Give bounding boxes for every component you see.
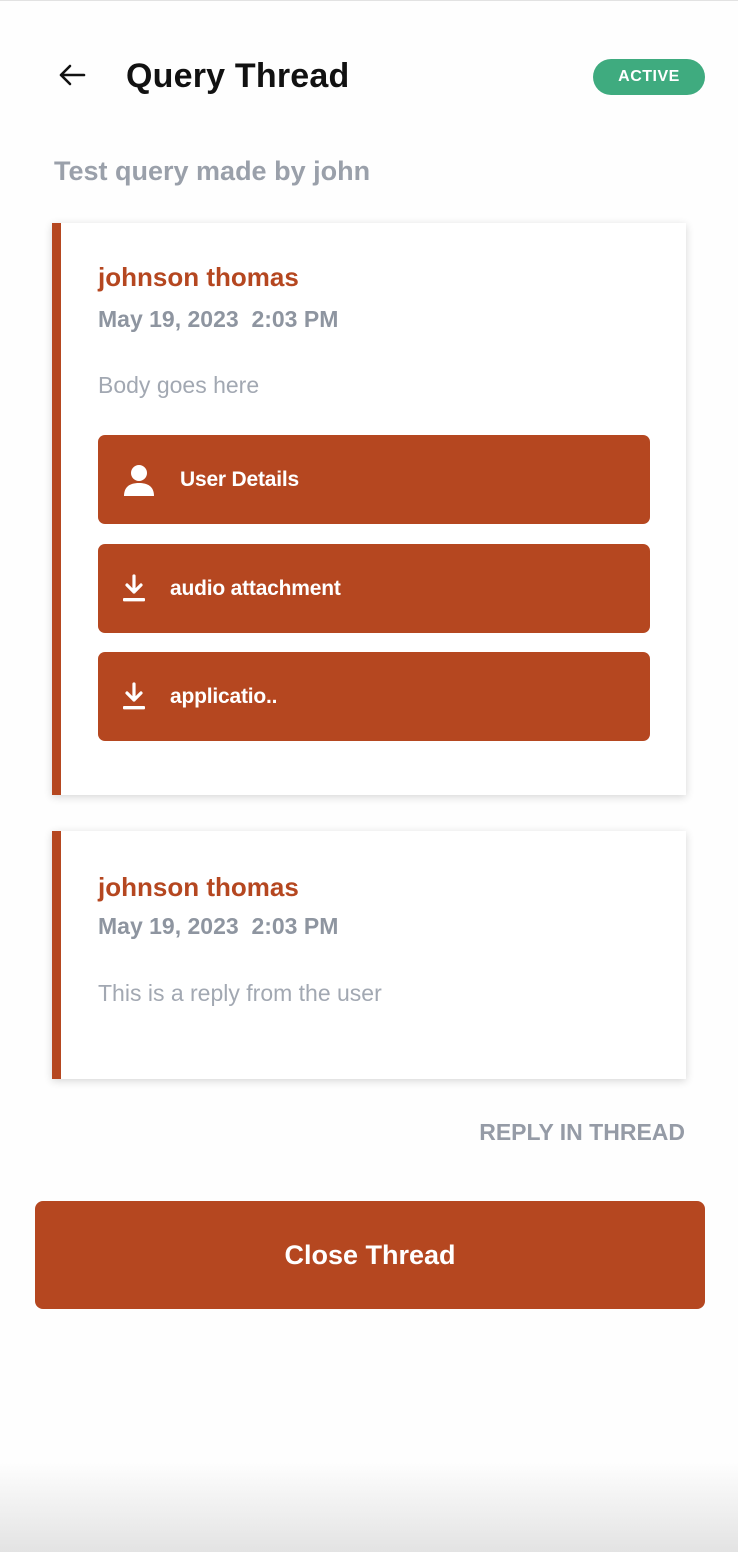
reply-in-thread-button[interactable]: REPLY IN THREAD	[479, 1117, 685, 1147]
message-card: johnson thomas May 19, 2023 2:03 PM Body…	[52, 223, 686, 795]
message-timestamp: May 19, 2023 2:03 PM	[98, 306, 339, 332]
download-icon	[122, 681, 146, 712]
arrow-left-icon	[59, 64, 86, 86]
page-title: Query Thread	[126, 57, 350, 95]
message-timestamp: May 19, 2023 2:03 PM	[98, 913, 339, 939]
message-card: johnson thomas May 19, 2023 2:03 PM This…	[52, 831, 686, 1079]
query-thread-screen: Query Thread ACTIVE Test query made by j…	[0, 0, 738, 1552]
message-author: johnson thomas	[98, 262, 299, 292]
close-thread-button[interactable]: Close Thread	[35, 1201, 705, 1309]
back-button[interactable]	[52, 55, 92, 95]
application-attachment-button[interactable]: applicatio..	[98, 652, 650, 741]
message-author: johnson thomas	[98, 872, 299, 902]
audio-attachment-label: audio attachment	[170, 576, 341, 600]
application-attachment-label: applicatio..	[170, 684, 278, 708]
user-details-button[interactable]: User Details	[98, 435, 650, 524]
status-badge: ACTIVE	[593, 59, 705, 95]
thread-subject: Test query made by john	[54, 156, 371, 186]
download-icon	[122, 573, 146, 604]
message-body: This is a reply from the user	[98, 980, 382, 1006]
audio-attachment-button[interactable]: audio attachment	[98, 544, 650, 633]
message-body: Body goes here	[98, 372, 260, 398]
user-icon	[122, 463, 156, 497]
user-details-label: User Details	[180, 467, 299, 491]
